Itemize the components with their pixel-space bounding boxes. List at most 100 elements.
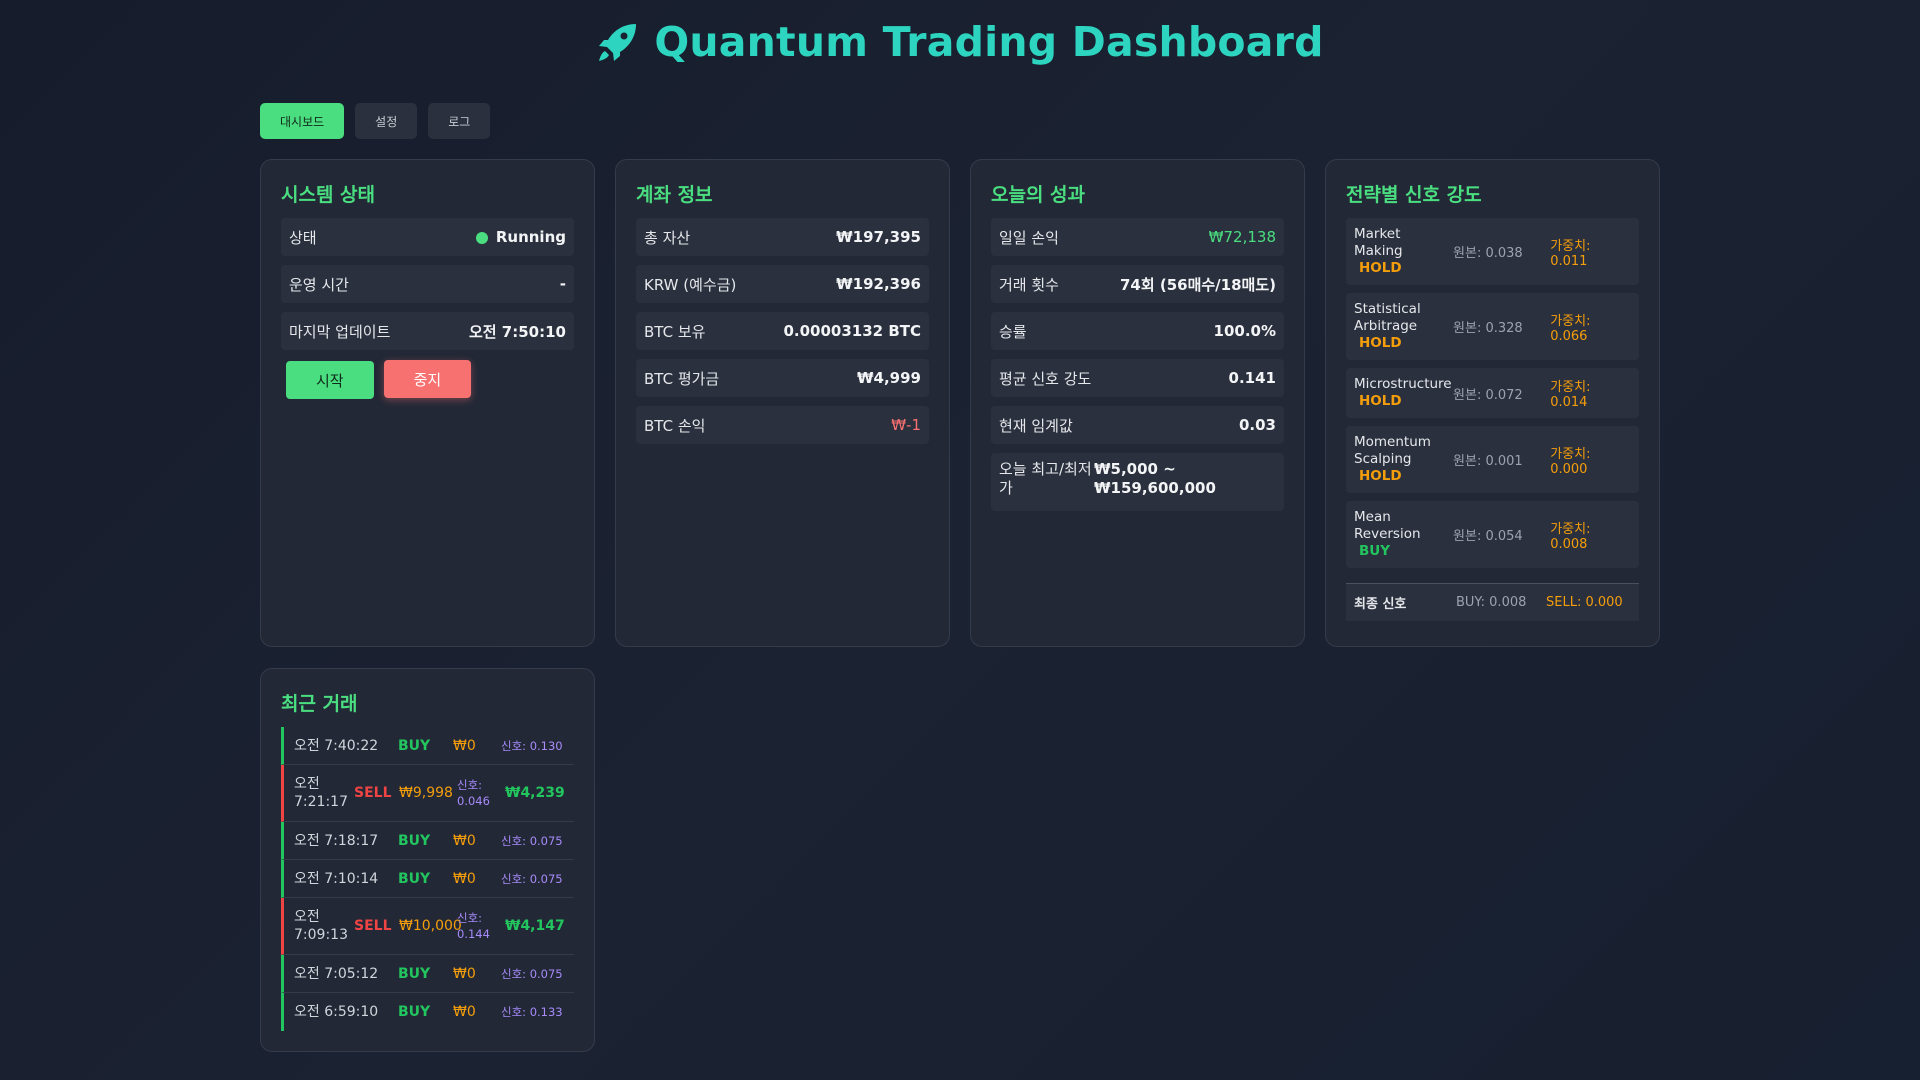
row-label: 일일 손익 [999,228,1059,247]
strategy-signal-card: 전략별 신호 강도 Market Making HOLD 원본: 0.038 가중… [1325,159,1660,647]
page-title: Quantum Trading Dashboard [654,18,1324,66]
row-label: KRW (예수금) [644,275,737,294]
tab-logs[interactable]: 로그 [428,103,491,139]
btc-pnl-row: BTC 손익 ₩-1 [636,406,929,444]
tab-bar: 대시보드 설정 로그 [260,103,491,139]
strategy-name: Statistical Arbitrage HOLD [1354,301,1453,352]
performance-card: 오늘의 성과 일일 손익 ₩72,138 거래 횟수 74회 (56매수/18매… [970,159,1305,647]
strategy-signal: HOLD [1359,393,1402,409]
strategy-label: Momentum Scalping [1354,434,1431,467]
strategy-signal: BUY [1359,543,1391,559]
row-value: 74회 (56매수/18매도) [1119,275,1276,294]
strategy-raw: 원본: 0.001 [1453,454,1523,469]
daily-pnl-row: 일일 손익 ₩72,138 [991,218,1284,256]
final-signal-label: 최종 신호 [1354,597,1407,612]
row-label: 평균 신호 강도 [999,369,1092,388]
trade-row: 오전 7:40:22 BUY ₩0 신호: 0.130 [281,727,574,765]
tab-settings[interactable]: 설정 [355,103,418,139]
last-update-value: 오전 7:50:10 [468,322,566,341]
trade-row: 오전 7:09:13 SELL ₩10,000 신호: 0.144 ₩4,147 [281,898,574,955]
row-label: 오늘 최고/최저가 [999,460,1092,497]
card-title: 시스템 상태 [281,184,376,206]
trade-side: BUY [398,832,431,849]
trade-pnl: ₩4,147 [505,918,565,934]
trade-amount: ₩0 [453,1004,476,1020]
uptime-value: - [559,275,566,293]
uptime-label: 운영 시간 [289,275,349,294]
trade-time: 오전 7:21:17 [294,776,348,810]
row-label: BTC 보유 [644,322,706,341]
trade-time: 오전 7:18:17 [294,832,379,849]
row-label: BTC 손익 [644,416,706,435]
final-buy-value: BUY: 0.008 [1456,595,1527,610]
trade-row: 오전 7:18:17 BUY ₩0 신호: 0.075 [281,822,574,860]
strategy-row: Momentum Scalping HOLD 원본: 0.001 가중치: 0.0… [1346,426,1639,493]
threshold-row: 현재 임계값 0.03 [991,406,1284,444]
row-value: 100.0% [1213,322,1276,340]
row-value: ₩-1 [891,416,921,434]
row-value: ₩4,999 [857,369,921,387]
rocket-icon [599,24,637,61]
trade-signal: 신호: 0.130 [501,738,563,753]
header: Quantum Trading Dashboard [0,18,1920,66]
price-range-row: 오늘 최고/최저가 ₩5,000 ~ ₩159,600,000 [991,453,1284,511]
start-button[interactable]: 시작 [286,361,374,399]
final-sell-value: SELL: 0.000 [1546,595,1623,610]
dashboard-page: Quantum Trading Dashboard 대시보드 설정 로그 시스템… [0,0,1920,1080]
trade-amount: ₩0 [453,832,476,849]
strategy-label: Market Making [1354,226,1403,259]
strategy-raw: 원본: 0.054 [1453,529,1523,544]
trade-amount: ₩9,998 [399,785,453,801]
strategy-signal: HOLD [1359,260,1402,276]
stop-button[interactable]: 중지 [383,360,472,398]
trade-list: 오전 7:40:22 BUY ₩0 신호: 0.130 오전 7:21:17 S… [281,727,574,1031]
trade-side: BUY [398,1004,431,1020]
strategy-weighted: 가중치: 0.011 [1550,238,1591,269]
trade-amount: ₩10,000 [399,918,462,934]
trade-side: SELL [354,918,392,934]
row-label: BTC 평가금 [644,369,720,388]
row-value: 0.00003132 BTC [783,322,921,340]
status-row: 상태 Running [281,218,574,256]
trade-signal: 신호: 0.133 [501,1005,563,1019]
strategy-row: Microstructure HOLD 원본: 0.072 가중치: 0.014 [1346,368,1639,418]
recent-trades-card: 최근 거래 오전 7:40:22 BUY ₩0 신호: 0.130 오전 7:2… [260,668,595,1052]
trade-side: BUY [398,965,431,982]
trade-time: 오전 7:40:22 [294,737,379,754]
strategy-label: Statistical Arbitrage [1354,301,1421,334]
strategy-raw: 원본: 0.072 [1453,387,1523,403]
tab-dashboard[interactable]: 대시보드 [260,103,345,139]
strategy-name: Microstructure HOLD [1354,376,1453,410]
trade-side: SELL [354,785,392,801]
trade-amount: ₩0 [453,965,476,982]
trade-amount: ₩0 [453,737,476,754]
krw-row: KRW (예수금) ₩192,396 [636,265,929,303]
strategy-weighted: 가중치: 0.014 [1550,380,1591,410]
strategy-weighted: 가중치: 0.066 [1550,313,1591,344]
trade-signal: 신호: 0.075 [501,871,563,886]
trade-signal: 신호: 0.075 [501,966,563,981]
trade-row: 오전 7:21:17 SELL ₩9,998 신호: 0.046 ₩4,239 [281,765,574,822]
strategy-row: Mean Reversion BUY 원본: 0.054 가중치: 0.008 [1346,501,1639,568]
trade-time: 오전 7:09:13 [294,909,348,943]
trade-side: BUY [398,870,431,887]
strategy-weighted: 가중치: 0.000 [1550,446,1591,477]
strategy-label: Microstructure [1354,376,1452,392]
strategy-raw: 원본: 0.328 [1453,321,1523,336]
trade-time: 오전 6:59:10 [294,1004,379,1020]
trade-side: BUY [398,737,431,754]
strategy-row: Market Making HOLD 원본: 0.038 가중치: 0.011 [1346,218,1639,285]
last-update-label: 마지막 업데이트 [289,322,391,341]
trade-row: 오전 7:05:12 BUY ₩0 신호: 0.075 [281,955,574,993]
btc-holdings-row: BTC 보유 0.00003132 BTC [636,312,929,350]
row-label: 총 자산 [644,228,691,247]
trade-signal: 신호: 0.046 [457,778,490,808]
status-value: Running [475,228,566,246]
trade-time: 오전 7:10:14 [294,870,379,887]
strategy-weighted: 가중치: 0.008 [1550,521,1591,552]
status-text: Running [495,228,566,246]
total-assets-row: 총 자산 ₩197,395 [636,218,929,256]
system-status-card: 시스템 상태 상태 Running 운영 시간 - 마지막 업데이트 오전 7:… [260,159,595,647]
row-value: 0.03 [1238,416,1276,434]
status-label: 상태 [289,228,317,247]
